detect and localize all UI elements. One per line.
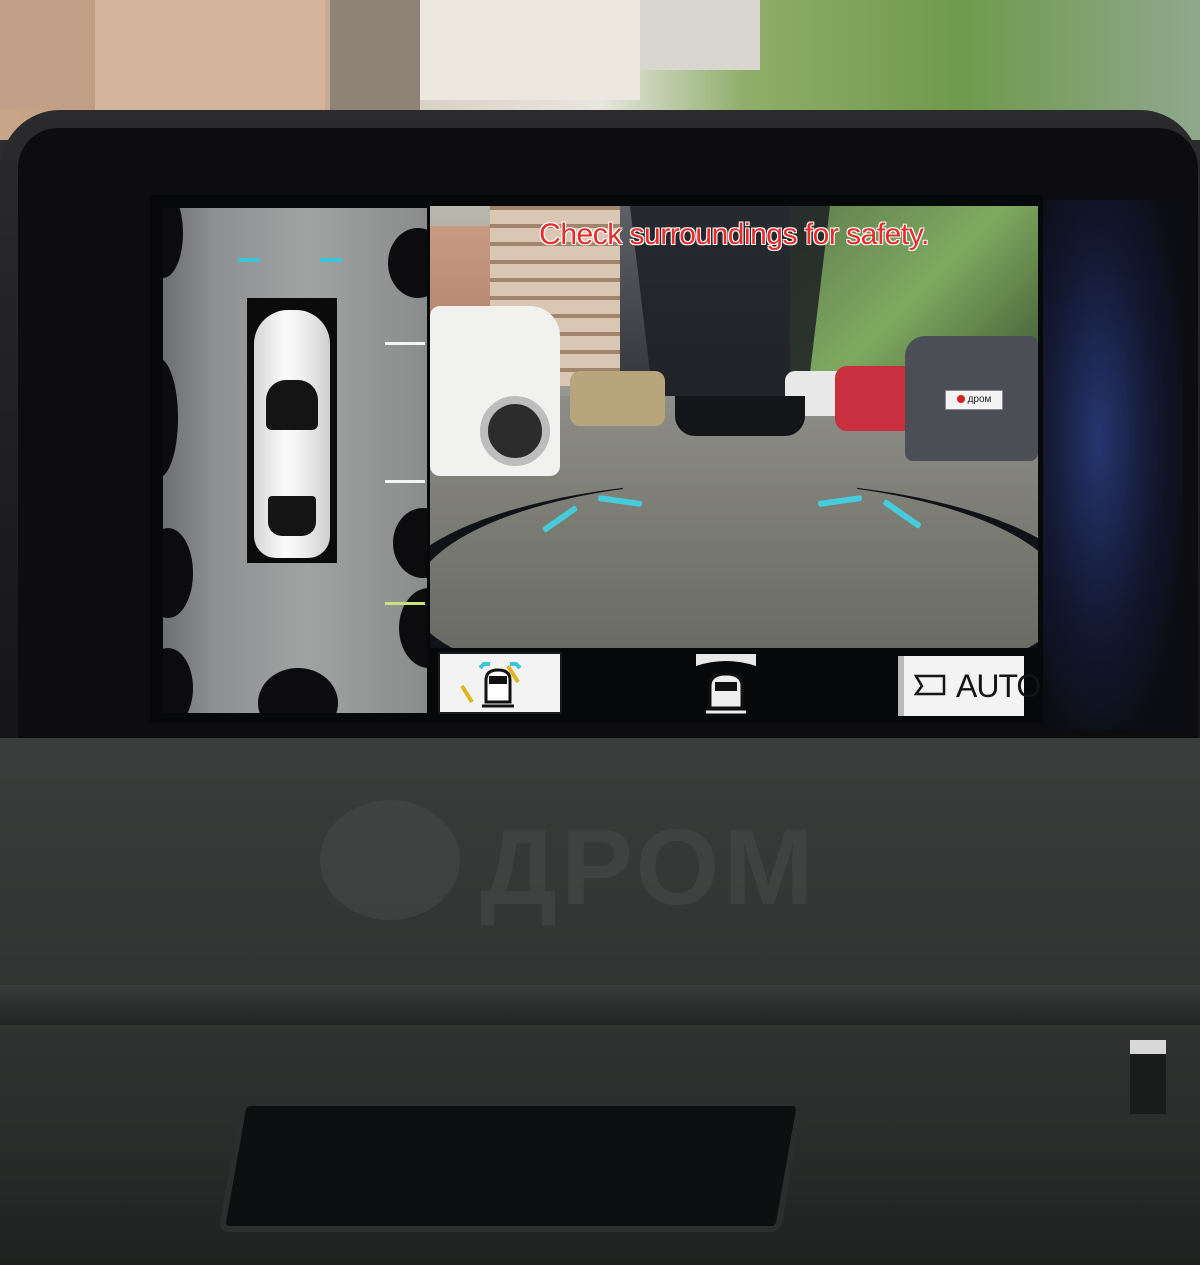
guide-bracket — [320, 258, 342, 262]
dashboard-edge — [0, 985, 1200, 1025]
car-wide-view-icon — [696, 654, 756, 714]
vehicle-top-icon — [254, 310, 330, 558]
safety-warning: Check surroundings for safety. — [539, 218, 929, 251]
car-top-view-with-guides-icon — [460, 662, 522, 708]
air-vent — [218, 1100, 804, 1232]
camera-frame-icon — [914, 674, 946, 696]
parked-car — [570, 371, 665, 426]
camera-mode-label: AUTO — [956, 668, 1041, 704]
lane-marking — [385, 602, 425, 605]
dashboard-slot — [1130, 1040, 1166, 1114]
screen-glare — [1043, 200, 1183, 730]
parked-car — [835, 366, 915, 431]
car-wheel — [480, 396, 550, 466]
lane-marking — [385, 342, 425, 345]
camera-view: дром Check surroundings for safety. — [430, 206, 1038, 648]
camera-auto-button[interactable]: AUTO — [898, 656, 1041, 716]
watermark: ДРОМ — [320, 800, 890, 927]
bumper-shadow — [675, 396, 805, 436]
guide-bracket — [238, 258, 260, 262]
license-plate: дром — [945, 390, 1003, 410]
lane-marking — [385, 480, 425, 483]
view-select-button[interactable] — [438, 652, 562, 714]
wide-view-button[interactable] — [690, 652, 765, 718]
